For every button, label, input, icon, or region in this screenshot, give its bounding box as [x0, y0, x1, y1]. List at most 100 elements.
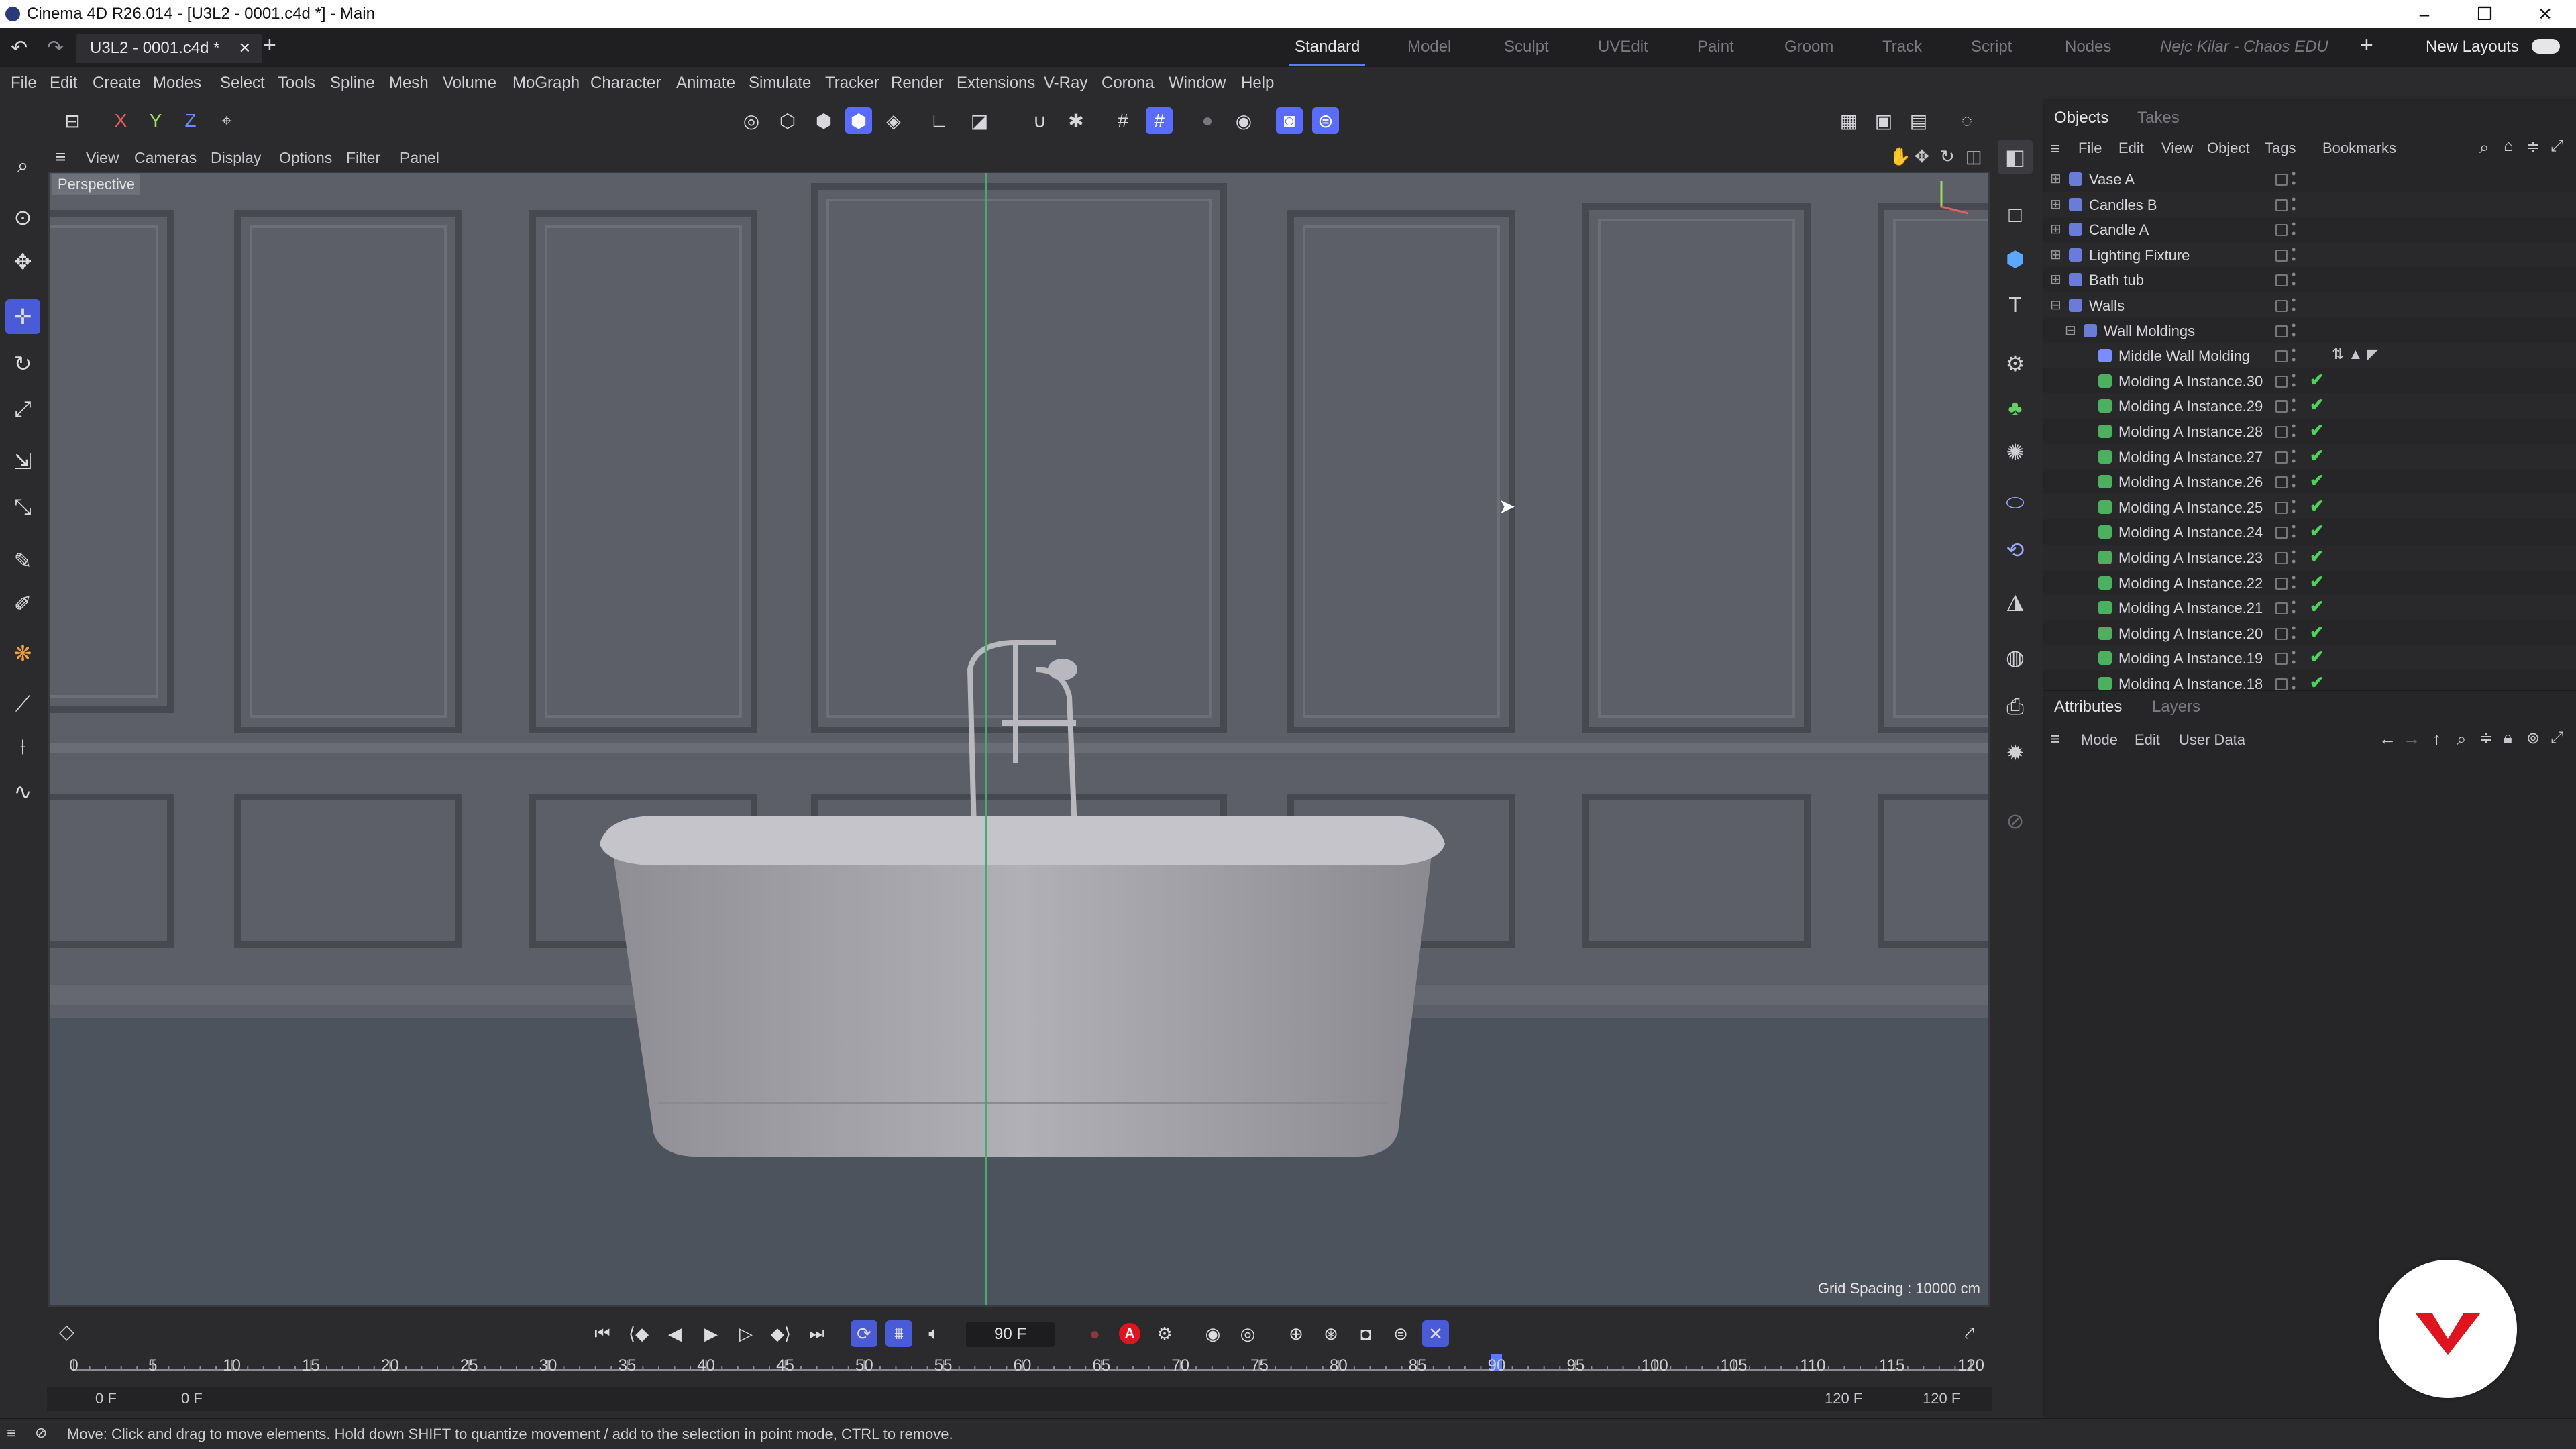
object-row[interactable]: Molding A Instance.19 • • ✔ — [2043, 645, 2576, 671]
render-visibility-dots[interactable]: • • — [2292, 319, 2296, 341]
visibility-toggle[interactable] — [2275, 224, 2288, 237]
render-visibility-dots[interactable]: • • — [2292, 496, 2296, 517]
new-document-tab-button[interactable]: + — [263, 32, 276, 58]
visibility-toggle[interactable] — [2275, 602, 2288, 615]
render-visibility-dots[interactable]: • • — [2292, 672, 2296, 690]
next-frame-button[interactable]: ▷ — [733, 1320, 759, 1347]
enabled-check-icon[interactable]: ✔ — [2310, 496, 2324, 517]
menu-simulate[interactable]: Simulate — [749, 74, 811, 93]
key-position-icon[interactable]: ◉ — [1199, 1320, 1226, 1347]
enabled-check-icon[interactable]: ✔ — [2310, 370, 2324, 390]
maximize-view-icon[interactable]: ◫ — [1966, 146, 1982, 167]
enabled-check-icon[interactable]: ✔ — [2310, 470, 2324, 491]
tab-attributes[interactable]: Attributes — [2054, 698, 2122, 716]
new-layouts-button[interactable]: New Layouts — [2426, 38, 2519, 56]
lock-icon[interactable]: 🔒︎ — [2504, 729, 2512, 747]
object-row[interactable]: ⊟ Wall Moldings • • — [2043, 318, 2576, 343]
render-visibility-dots[interactable]: • • — [2292, 420, 2296, 441]
z-axis-lock-button[interactable]: Z — [177, 107, 204, 134]
menu-modes[interactable]: Modes — [153, 74, 201, 93]
cloner-icon[interactable]: ♣ — [1998, 390, 2033, 425]
object-row[interactable]: Molding A Instance.20 • • ✔ — [2043, 621, 2576, 645]
uv-mode-icon[interactable]: ◈ — [880, 107, 907, 134]
end-frame-a[interactable]: 120 F — [1825, 1390, 1862, 1407]
pan-view-icon[interactable]: ✋ — [1889, 146, 1911, 167]
key-scale-icon[interactable]: ⊕ — [1283, 1320, 1309, 1347]
deformer-icon[interactable]: ⬭ — [1998, 486, 2033, 521]
objects-filter-icon[interactable]: ≑ — [2526, 137, 2540, 156]
display-mode-icon[interactable]: ◙ — [1276, 107, 1303, 134]
render-visibility-dots[interactable]: • • — [2292, 546, 2296, 568]
current-frame-field[interactable]: 90 F — [966, 1322, 1055, 1347]
placement-tool-icon[interactable]: ⤡ — [5, 490, 40, 525]
grid-snap-icon[interactable]: # — [1110, 107, 1136, 134]
start-frame-b[interactable]: 0 F — [181, 1390, 203, 1407]
generator-icon[interactable]: ⚙ — [1998, 346, 2033, 381]
object-row[interactable]: Molding A Instance.18 • • ✔ — [2043, 671, 2576, 690]
menu-tools[interactable]: Tools — [278, 74, 315, 93]
expand-toggle-icon[interactable]: ⊞ — [2050, 170, 2061, 187]
viewport-menu-filter[interactable]: Filter — [346, 149, 380, 167]
attributes-menu-mode[interactable]: Mode — [2081, 731, 2118, 749]
viewport-menu-icon[interactable]: ≡ — [55, 146, 66, 168]
objects-menu-bookmarks[interactable]: Bookmarks — [2322, 140, 2396, 157]
render-visibility-dots[interactable]: • • — [2292, 647, 2296, 668]
attributes-settings-icon[interactable]: ⊚ — [2526, 729, 2540, 748]
render-settings-icon[interactable]: ▤ — [1905, 107, 1932, 134]
menu-vray[interactable]: V-Ray — [1044, 74, 1087, 93]
visibility-toggle[interactable] — [2275, 451, 2288, 464]
menu-help[interactable]: Help — [1241, 74, 1274, 93]
object-row[interactable]: Molding A Instance.22 • • ✔ — [2043, 570, 2576, 595]
menu-extensions[interactable]: Extensions — [957, 74, 1035, 93]
objects-menu-edit[interactable]: Edit — [2118, 140, 2144, 157]
key-rotation-icon[interactable]: ◎ — [1234, 1320, 1261, 1347]
render-visibility-dots[interactable]: • • — [2292, 244, 2296, 265]
object-row[interactable]: ⊟ Walls • • — [2043, 292, 2576, 317]
loop-button[interactable]: ⟳ — [851, 1320, 877, 1347]
keyframe-icon[interactable]: ◇ — [59, 1320, 74, 1344]
visibility-toggle[interactable] — [2275, 527, 2288, 539]
layout-tab-model[interactable]: Model — [1407, 38, 1451, 56]
object-row[interactable]: Molding A Instance.23 • • ✔ — [2043, 545, 2576, 570]
transfer-tool-icon[interactable]: ⇲ — [5, 444, 40, 479]
document-tab[interactable]: U3L2 - 0001.c4d * ✕ — [76, 34, 262, 63]
coordinate-system-icon[interactable]: ⌖ — [213, 107, 240, 134]
close-window-button[interactable]: ✕ — [2516, 0, 2575, 28]
edges-mode-icon[interactable]: ⬡ — [774, 107, 801, 134]
objects-search-icon[interactable]: ⌕ — [2479, 137, 2489, 158]
menu-window[interactable]: Window — [1169, 74, 1226, 93]
object-row[interactable]: Molding A Instance.21 • • ✔ — [2043, 595, 2576, 621]
soft-selection-icon[interactable]: ● — [1194, 107, 1221, 134]
object-row[interactable]: Molding A Instance.28 • • ✔ — [2043, 419, 2576, 443]
frame-ruler[interactable] — [47, 1346, 1992, 1377]
objects-menu-icon[interactable]: ≡ — [2050, 138, 2060, 159]
menu-mesh[interactable]: Mesh — [389, 74, 429, 93]
menu-tracker[interactable]: Tracker — [825, 74, 879, 93]
render-visibility-dots[interactable]: • • — [2292, 168, 2296, 189]
key-auto-icon[interactable]: ⊜ — [1387, 1320, 1414, 1347]
expand-toggle-icon[interactable]: ⊞ — [2050, 221, 2061, 237]
magnet-snap-icon[interactable]: ∪ — [1026, 107, 1053, 134]
play-button[interactable]: ▶ — [698, 1320, 724, 1347]
light-object-icon[interactable]: ✹ — [1998, 735, 2033, 770]
viewport-menu-display[interactable]: Display — [211, 149, 261, 167]
back-arrow-icon[interactable]: ← — [2379, 729, 2396, 749]
attributes-menu-edit[interactable]: Edit — [2135, 731, 2160, 749]
cube-outline-icon[interactable]: □ — [1998, 197, 2033, 232]
visibility-toggle[interactable] — [2275, 375, 2288, 388]
lines-display-icon[interactable]: ⊜ — [1312, 107, 1339, 134]
maximize-button[interactable]: ❐ — [2455, 0, 2514, 28]
keyframe-settings-icon[interactable]: ⚙ — [1151, 1320, 1178, 1347]
object-manager-icon[interactable]: ⊟ — [59, 107, 86, 134]
go-to-end-button[interactable]: ⏭ — [804, 1320, 830, 1347]
visibility-toggle[interactable] — [2275, 274, 2288, 287]
scale-tool-icon[interactable]: ⤢ — [5, 392, 40, 427]
tab-takes[interactable]: Takes — [2137, 109, 2180, 127]
render-view-icon[interactable]: ▦ — [1835, 107, 1862, 134]
object-row[interactable]: Molding A Instance.24 • • ✔ — [2043, 519, 2576, 544]
attributes-expand-icon[interactable]: ⤢ — [2551, 729, 2563, 747]
expand-toggle-icon[interactable]: ⊞ — [2050, 271, 2061, 288]
render-visibility-dots[interactable]: • • — [2292, 218, 2296, 239]
object-row[interactable]: Middle Wall Molding • • ⇅ ▲ ◤ — [2043, 343, 2576, 368]
redo-icon[interactable]: ↷ — [47, 36, 64, 60]
